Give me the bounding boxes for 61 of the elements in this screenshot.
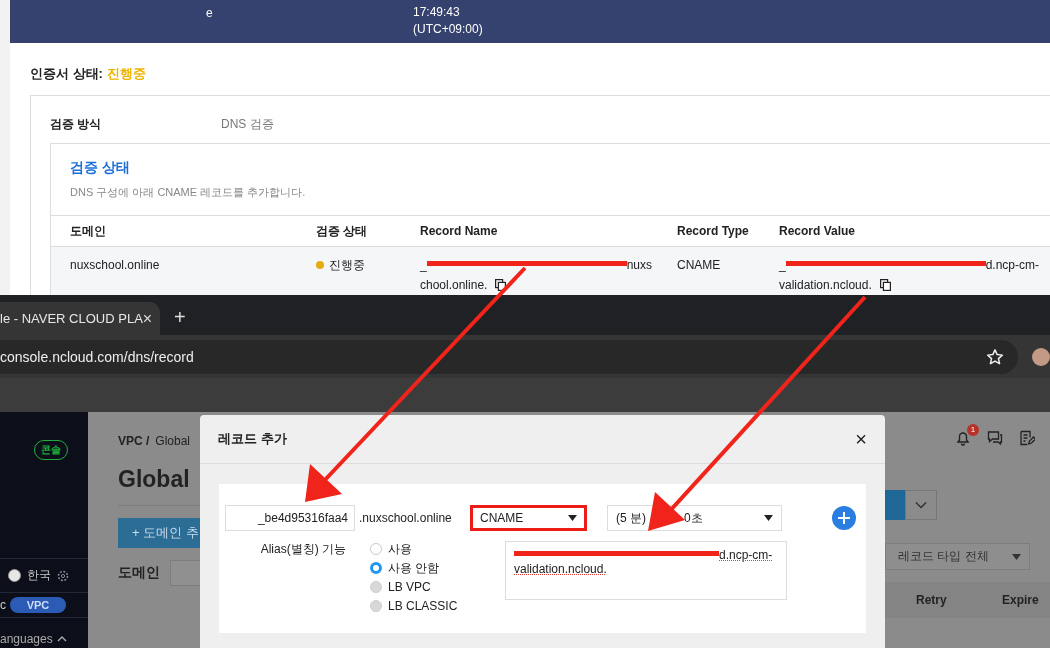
settings-icon[interactable]	[57, 569, 69, 582]
browser-tab[interactable]: le - NAVER CLOUD PLA×	[0, 302, 160, 335]
field-label: 검증 방식	[50, 116, 103, 133]
radio-option[interactable]: 사용 안함	[370, 560, 505, 576]
chat-icon[interactable]	[987, 430, 1003, 446]
table-cell: nuxs	[626, 258, 653, 272]
bell-icon[interactable]	[955, 430, 971, 446]
breadcrumb-item[interactable]: VPC /	[118, 434, 150, 448]
caret-icon	[764, 515, 773, 521]
banner-text: e	[206, 5, 214, 22]
caret-icon[interactable]	[56, 636, 67, 642]
mode-option[interactable]: VPC	[10, 597, 66, 613]
table-cell: 진행중	[316, 255, 420, 295]
description-text: DNS 구성에 아래 CNAME 레코드를 추가합니다.	[70, 186, 306, 198]
alias-label: Alias(별칭) 기능	[259, 541, 346, 558]
chevron-icon	[915, 501, 927, 509]
column-header: 도메인	[70, 222, 107, 240]
languages-text[interactable]: anguages	[0, 632, 53, 646]
table-cell: _	[779, 258, 786, 272]
language-text[interactable]: 한국	[27, 567, 51, 584]
table-cell: validation.ncloud.	[779, 278, 872, 292]
domain-suffix: .nuxschool.online	[359, 511, 453, 525]
table-cell: _	[420, 258, 427, 272]
copy-icon[interactable]	[879, 279, 891, 291]
dialog-title: 레코드 추가	[218, 430, 287, 448]
new-tab-button[interactable]: +	[174, 306, 186, 329]
caret-icon	[1012, 553, 1021, 560]
caret-icon	[568, 515, 577, 521]
section-title: 검증 상태	[69, 158, 131, 177]
record-value-field[interactable]: d.ncp-cm- validation.ncloud.	[505, 541, 787, 600]
address-bar[interactable]: console.ncloud.com/dns/record	[0, 339, 1018, 374]
copy-icon[interactable]	[495, 279, 507, 291]
column-header: 검증 상태	[316, 222, 369, 240]
table-cell-text: CNAME	[677, 257, 722, 274]
column-header: Record Value	[779, 224, 857, 238]
status-value: 진행중	[106, 65, 146, 83]
mode-option[interactable]: c	[0, 598, 6, 612]
domain-label: 도메인	[118, 564, 160, 582]
star-icon[interactable]	[986, 347, 1004, 366]
breadcrumb-item[interactable]: Global	[155, 434, 191, 448]
add-icon[interactable]	[832, 506, 856, 530]
column-header: Expire	[1002, 593, 1039, 607]
column-header: Record Type	[677, 224, 750, 238]
status-label: 인증서 상태:	[30, 65, 103, 83]
radio-option[interactable]: 사용	[370, 541, 505, 557]
avatar-icon[interactable]	[1032, 347, 1050, 366]
record-name-field[interactable]: _be4d95316faa4	[225, 505, 355, 531]
flag-icon	[8, 569, 21, 582]
record-type-select[interactable]: CNAME	[470, 505, 587, 531]
timezone-text: (UTC+09:00)	[413, 21, 483, 38]
record-type-select[interactable]: 레코드 타입 전체	[885, 543, 1030, 570]
column-header: Retry	[916, 593, 948, 607]
close-button[interactable]: ×	[855, 427, 867, 451]
column-header: Record Name	[420, 224, 499, 238]
field-value: DNS 검증	[221, 116, 274, 133]
table-cell: d.ncp-cm-	[985, 258, 1040, 272]
time-text: 17:49:43	[413, 4, 461, 21]
table-cell: chool.online.	[420, 278, 488, 292]
notification-badge: 1	[967, 424, 979, 436]
edit-icon[interactable]	[1019, 430, 1035, 446]
table-cell-text: nuxschool.online	[70, 257, 161, 274]
